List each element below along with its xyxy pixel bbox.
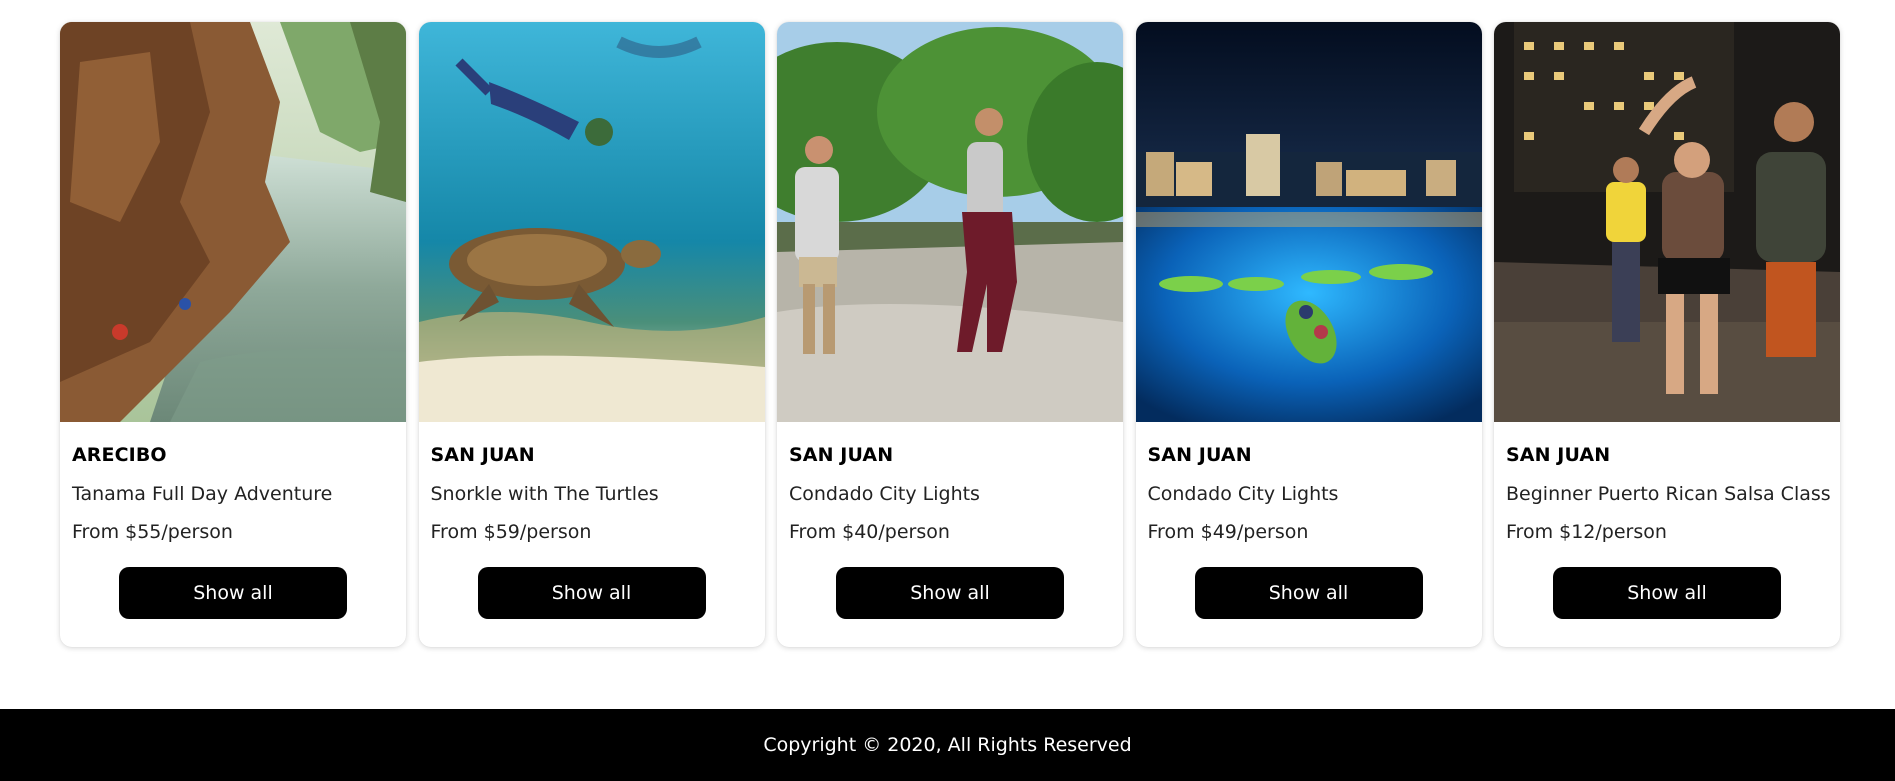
- tour-price: From $59/person: [430, 521, 592, 543]
- copyright-text: Copyright © 2020, All Rights Reserved: [763, 734, 1132, 756]
- show-all-button[interactable]: Show all: [836, 567, 1064, 619]
- tour-city: SAN JUAN: [430, 444, 535, 466]
- tour-title: Condado City Lights: [1147, 483, 1339, 505]
- tour-price: From $49/person: [1147, 521, 1309, 543]
- tour-title: Snorkle with The Turtles: [430, 483, 659, 505]
- tour-card: SAN JUAN Condado City Lights From $49/pe…: [1135, 22, 1482, 647]
- tour-title: Condado City Lights: [789, 483, 980, 505]
- tour-city: ARECIBO: [72, 444, 167, 466]
- tour-card-list: ARECIBO Tanama Full Day Adventure From $…: [60, 22, 1840, 647]
- tour-card: ARECIBO Tanama Full Day Adventure From $…: [60, 22, 406, 647]
- show-all-button[interactable]: Show all: [1194, 567, 1423, 619]
- tour-price: From $55/person: [72, 521, 233, 543]
- tour-title: Beginner Puerto Rican Salsa Class: [1506, 483, 1831, 505]
- tour-price: From $40/person: [789, 521, 950, 543]
- salsa-dancers-photo[interactable]: [1494, 22, 1840, 422]
- hikers-photo[interactable]: [777, 22, 1123, 422]
- tour-price: From $12/person: [1506, 521, 1667, 543]
- tour-title: Tanama Full Day Adventure: [72, 483, 333, 505]
- tour-card: SAN JUAN Condado City Lights From $40/pe…: [777, 22, 1123, 647]
- tour-card: SAN JUAN Beginner Puerto Rican Salsa Cla…: [1494, 22, 1840, 647]
- canyon-river-photo[interactable]: [60, 22, 406, 422]
- show-all-button[interactable]: Show all: [477, 567, 706, 619]
- night-kayak-photo[interactable]: [1135, 22, 1482, 422]
- tour-city: SAN JUAN: [1506, 444, 1611, 466]
- show-all-button[interactable]: Show all: [119, 567, 347, 619]
- snorkel-turtle-photo[interactable]: [418, 22, 765, 422]
- show-all-button[interactable]: Show all: [1553, 567, 1781, 619]
- tour-city: SAN JUAN: [1147, 444, 1252, 466]
- footer: Copyright © 2020, All Rights Reserved: [0, 709, 1895, 781]
- tour-city: SAN JUAN: [789, 444, 894, 466]
- tour-card: SAN JUAN Snorkle with The Turtles From $…: [418, 22, 765, 647]
